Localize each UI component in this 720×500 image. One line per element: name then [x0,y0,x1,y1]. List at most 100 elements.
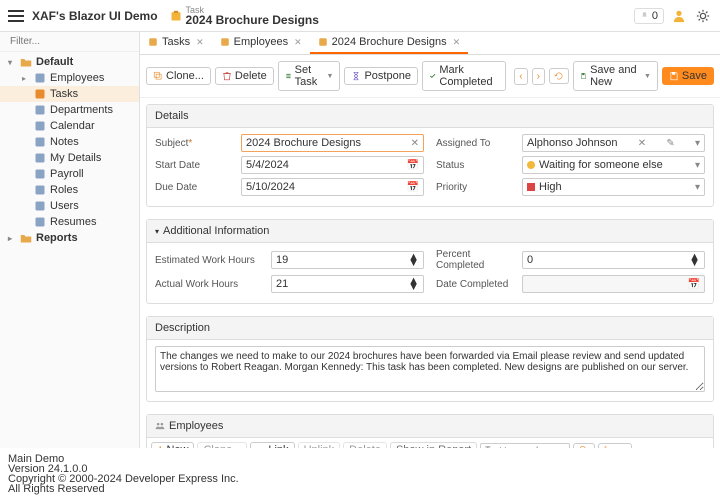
tab-label: 2024 Brochure Designs [332,36,447,48]
sidebar-item-employees[interactable]: ▸Employees [0,70,139,86]
sidebar-item-roles[interactable]: Roles [0,182,139,198]
save-and-new-button[interactable]: Save and New▼ [573,61,658,91]
sidebar-item-resumes[interactable]: Resumes [0,214,139,230]
sidebar-item-tasks[interactable]: Tasks [0,86,139,102]
spinner-icon[interactable]: ▲▼ [408,254,419,266]
sidebar-item-departments[interactable]: Departments [0,102,139,118]
tab-label: Tasks [162,36,190,48]
assigned-label: Assigned To [436,138,516,149]
sidebar-item-label: Roles [50,184,78,196]
sidebar-item-label: Resumes [50,216,96,228]
tab-employees[interactable]: Employees ✕ [212,32,310,54]
sidebar-item-notes[interactable]: Notes [0,134,139,150]
calendar-icon: 📅 [685,279,700,290]
tab-icon [220,37,230,47]
sidebar-group[interactable]: ▾Default [0,54,139,70]
emp-unlink-button[interactable]: Unlink [298,442,341,448]
edit-icon[interactable]: ✎ [663,138,674,149]
hourglass-icon [351,71,361,81]
emp-clone-button[interactable]: Clone... [197,442,247,448]
details-header: Details [147,105,713,128]
folder-icon [20,232,32,244]
refresh-button[interactable] [549,68,569,84]
start-date-input[interactable]: 5/4/2024📅 [241,156,424,174]
spinner-icon[interactable]: ▲▼ [689,254,700,266]
status-label: Status [436,160,516,171]
pc-input[interactable]: 0▲▼ [522,251,705,269]
settings-icon[interactable] [694,7,712,25]
clear-icon[interactable]: ✕ [635,138,646,149]
task-icon [170,10,182,22]
notifications-badge[interactable]: 0 [634,8,664,24]
tab-2024-brochure-designs[interactable]: 2024 Brochure Designs ✕ [310,32,469,54]
refresh-icon [554,71,564,81]
clone-button[interactable]: Clone... [146,67,211,85]
sidebar-item-label: Payroll [50,168,84,180]
prev-button[interactable]: ‹ [514,68,527,85]
status-select[interactable]: Waiting for someone else▾ [522,156,705,174]
chevron-down-icon[interactable]: ▾ [692,182,700,193]
filter-box[interactable] [0,32,139,52]
footer-line: Copyright © 2000-2024 Developer Express … [8,474,712,484]
tab-tasks[interactable]: Tasks ✕ [140,32,212,54]
save-button[interactable]: Save [662,67,714,85]
people-icon [34,72,46,84]
chevron-down-icon[interactable]: ▾ [692,160,700,171]
resume-icon [34,216,46,228]
people-icon [155,421,165,431]
trash-icon [222,71,232,81]
role-icon [34,184,46,196]
delete-button[interactable]: Delete [215,67,274,85]
pc-label: Percent Completed [436,249,516,271]
sidebar-item-label: Users [50,200,79,212]
start-label: Start Date [155,160,235,171]
spinner-icon[interactable]: ▲▼ [408,278,419,290]
set-task-button[interactable]: Set Task▼ [278,61,341,91]
postpone-button[interactable]: Postpone [344,67,417,85]
clear-icon[interactable]: ✕ [408,138,419,149]
list-icon [285,71,292,81]
next-button[interactable]: › [532,68,545,85]
sidebar-item-label: Notes [50,136,79,148]
sidebar-item-label: Tasks [50,88,78,100]
filter-input[interactable] [10,36,142,47]
sidebar-item-my-details[interactable]: My Details [0,150,139,166]
sidebar-group[interactable]: ▸Reports [0,230,139,246]
calendar-icon[interactable]: 📅 [404,160,419,171]
mark-completed-button[interactable]: Mark Completed [422,61,506,91]
dc-input[interactable]: 📅 [522,275,705,293]
calendar-icon[interactable]: 📅 [404,182,419,193]
sidebar-item-label: My Details [50,152,101,164]
dc-label: Date Completed [436,279,516,290]
sidebar-item-users[interactable]: Users [0,198,139,214]
chevron-down-icon[interactable]: ▾ [692,138,700,149]
tab-label: Employees [234,36,288,48]
subject-input[interactable]: 2024 Brochure Designs✕ [241,134,424,152]
user-icon[interactable] [670,7,688,25]
close-icon[interactable]: ✕ [453,37,461,48]
priority-select[interactable]: High▾ [522,178,705,196]
chevron-icon: ▾ [8,58,16,67]
close-icon[interactable]: ✕ [294,37,302,48]
emp-delete-button[interactable]: Delete [343,442,387,448]
dept-icon [34,104,46,116]
sidebar-item-calendar[interactable]: Calendar [0,118,139,134]
description-textarea[interactable] [155,346,705,392]
folder-icon [20,56,32,68]
close-icon[interactable]: ✕ [196,37,204,48]
tab-icon [148,37,158,47]
note-icon [34,136,46,148]
awh-input[interactable]: 21▲▼ [271,275,424,293]
ewh-input[interactable]: 19▲▼ [271,251,424,269]
due-date-input[interactable]: 5/10/2024📅 [241,178,424,196]
pay-icon [34,168,46,180]
emp-report-button[interactable]: Show in Report [390,442,477,448]
assigned-input[interactable]: Alphonso Johnson✕✎▾ [522,134,705,152]
menu-toggle[interactable] [8,10,24,22]
chevron-icon: ▸ [22,74,30,83]
sidebar-item-payroll[interactable]: Payroll [0,166,139,182]
chevron-icon: ▸ [8,234,16,243]
check-icon [429,71,436,81]
save-icon [669,71,679,81]
additional-info-header[interactable]: ▾Additional Information [147,220,713,243]
